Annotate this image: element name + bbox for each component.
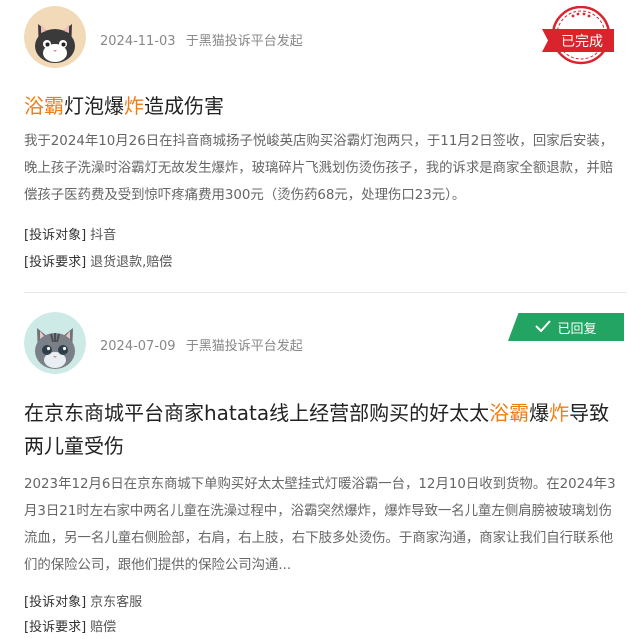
status-badge: 已回复 <box>508 313 624 341</box>
complaint-demand: [投诉要求] 退货退款,赔偿 <box>24 251 172 270</box>
complaint-target: [投诉对象] 抖音 <box>24 224 116 243</box>
demand-label: [投诉要求] <box>24 620 87 635</box>
complaint-date: 2024-07-09 <box>100 339 176 354</box>
complaint-meta: 2024-07-09 于黑猫投诉平台发起 <box>100 335 303 354</box>
title-text: 爆 <box>529 401 550 425</box>
complaint-description: 2023年12月6日在京东商城下单购买好太太壁挂式灯暖浴霸一台，12月10日收到… <box>24 477 616 573</box>
complaint-card[interactable]: 2024-07-09 于黑猫投诉平台发起 已回复 在京东商城平台商家hatata… <box>0 293 638 639</box>
complaint-target: [投诉对象] 京东客服 <box>24 591 142 610</box>
target-value: 抖音 <box>90 228 117 243</box>
complaint-meta: 2024-11-03 于黑猫投诉平台发起 <box>100 30 303 49</box>
complaint-title[interactable]: 在京东商城平台商家hatata线上经营部购买的好太太浴霸爆炸导致两儿童受伤 <box>24 397 624 463</box>
complaint-date: 2024-11-03 <box>100 34 176 49</box>
complaint-title[interactable]: 浴霸灯泡爆炸造成伤害 <box>24 90 624 123</box>
title-keyword: 浴霸 <box>24 94 64 118</box>
demand-label: [投诉要求] <box>24 255 87 270</box>
complaint-source: 于黑猫投诉平台发起 <box>185 34 303 49</box>
complaint-demand: [投诉要求] 赔偿 <box>24 616 116 635</box>
title-text: 造成伤害 <box>144 94 224 118</box>
status-badge: 已完成 <box>561 34 603 50</box>
cat-avatar-icon <box>24 6 86 68</box>
completed-stamp-icon: 已完成 <box>540 5 614 68</box>
target-label: [投诉对象] <box>24 228 87 243</box>
title-keyword: 炸 <box>124 94 144 118</box>
check-icon <box>535 318 552 336</box>
demand-value: 赔偿 <box>90 620 117 635</box>
title-keyword: 炸 <box>549 401 570 425</box>
title-text: 灯泡爆 <box>64 94 124 118</box>
complaint-description: 我于2024年10月26日在抖音商城扬子悦峻英店购买浴霸灯泡两只，于11月2日签… <box>24 134 614 203</box>
cat-avatar-icon <box>24 312 86 374</box>
title-keyword: 浴霸 <box>489 401 530 425</box>
title-text: 在京东商城平台商家hatata线上经营部购买的好太太 <box>24 401 490 425</box>
target-label: [投诉对象] <box>24 595 87 610</box>
complaint-card[interactable]: 2024-11-03 于黑猫投诉平台发起 已完成 浴霸灯泡爆炸造成伤害 我于20… <box>0 0 638 293</box>
status-label: 已回复 <box>557 321 597 337</box>
target-value: 京东客服 <box>90 595 143 610</box>
demand-value: 退货退款,赔偿 <box>90 255 173 270</box>
complaint-source: 于黑猫投诉平台发起 <box>185 339 303 354</box>
